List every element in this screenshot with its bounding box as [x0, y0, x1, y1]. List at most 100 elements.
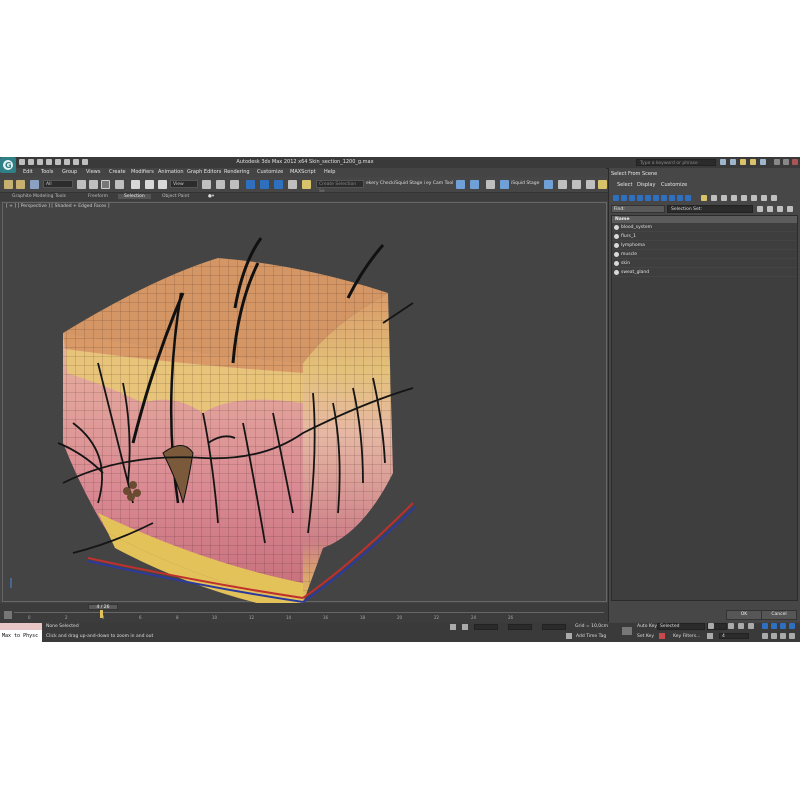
- unlink-icon[interactable]: [16, 180, 25, 189]
- selection-filter-dropdown[interactable]: All: [43, 180, 73, 188]
- edit-named-selection-icon[interactable]: [302, 180, 311, 189]
- display-none-icon[interactable]: [711, 195, 717, 201]
- select-by-name-icon[interactable]: [89, 180, 98, 189]
- rotate-icon[interactable]: [145, 180, 154, 189]
- list-item[interactable]: flurs_1: [612, 232, 797, 241]
- next-frame-icon[interactable]: [738, 623, 744, 629]
- goto-end-icon[interactable]: [748, 623, 754, 629]
- menu-maxscript[interactable]: MAXScript: [290, 169, 316, 175]
- set-key-icon[interactable]: [659, 633, 665, 639]
- align-icon[interactable]: [470, 180, 479, 189]
- render-setup-icon[interactable]: [598, 180, 607, 189]
- keyboard-shortcut-override-icon[interactable]: [230, 180, 239, 189]
- zoom-extents-all-icon[interactable]: [789, 623, 795, 629]
- subscription-icon[interactable]: [730, 159, 736, 165]
- cloud-icon[interactable]: [500, 180, 509, 189]
- selection-set-dropdown[interactable]: Selection Set:: [667, 205, 753, 213]
- sync-selection-icon[interactable]: [761, 195, 767, 201]
- scale-icon[interactable]: [158, 180, 167, 189]
- material-editor-icon[interactable]: [586, 180, 595, 189]
- binoculars-icon[interactable]: [720, 159, 726, 165]
- communication-center-icon[interactable]: [740, 159, 746, 165]
- play-icon[interactable]: [728, 623, 734, 629]
- track-bar[interactable]: 0 2 4 6 8 10 12 14 16 18 20 22 24 26: [14, 610, 604, 621]
- prev-key-icon[interactable]: [708, 623, 714, 629]
- select-dependents-icon[interactable]: [771, 195, 777, 201]
- schematic-view-icon[interactable]: [572, 180, 581, 189]
- goto-start-icon[interactable]: [707, 633, 713, 639]
- key-icon[interactable]: [622, 627, 632, 635]
- app-menu-logo-icon[interactable]: G: [0, 157, 16, 173]
- toolbar-text-3[interactable]: ey Cam Tool: [426, 181, 453, 186]
- field-of-view-icon[interactable]: [762, 633, 768, 639]
- set-key-button[interactable]: Set Key: [637, 634, 654, 639]
- maxscript-listener-top[interactable]: [0, 623, 42, 630]
- maximize-icon[interactable]: [783, 159, 789, 165]
- tab-freeform[interactable]: Freeform: [88, 194, 108, 199]
- find-field[interactable]: Find:: [611, 205, 665, 213]
- percent-snap-icon[interactable]: [274, 180, 283, 189]
- help-icon[interactable]: [760, 159, 766, 165]
- select-link-icon[interactable]: [4, 180, 13, 189]
- search-input[interactable]: Type a keyword or phrase: [636, 159, 716, 166]
- display-all-icon[interactable]: [701, 195, 707, 201]
- display-geometry-icon[interactable]: [613, 195, 619, 201]
- select-invert-icon[interactable]: [751, 195, 757, 201]
- selection-set-add-icon[interactable]: [757, 206, 763, 212]
- spinner-snap-icon[interactable]: [288, 180, 297, 189]
- selection-set-remove-icon[interactable]: [767, 206, 773, 212]
- list-item[interactable]: sweat_gland: [612, 268, 797, 277]
- list-item[interactable]: muscle: [612, 250, 797, 259]
- time-slider[interactable]: 4 / 26: [88, 604, 118, 610]
- name-column-header[interactable]: Name: [612, 216, 797, 223]
- menu-modifiers[interactable]: Modifiers: [131, 169, 154, 175]
- key-filters-button[interactable]: Key Filters...: [673, 634, 700, 639]
- maxscript-mini-listener[interactable]: Max to Physc: [0, 630, 42, 642]
- list-item[interactable]: skin: [612, 259, 797, 268]
- select-object-icon[interactable]: [77, 180, 86, 189]
- pan-view-icon[interactable]: [771, 633, 777, 639]
- window-crossing-icon[interactable]: [115, 180, 124, 189]
- bind-space-warp-icon[interactable]: [30, 180, 39, 189]
- menu-group[interactable]: Group: [62, 169, 77, 175]
- select-all-icon[interactable]: [731, 195, 737, 201]
- menu-tools[interactable]: Tools: [41, 169, 53, 175]
- zoom-icon[interactable]: [762, 623, 768, 629]
- display-bones-icon[interactable]: [677, 195, 683, 201]
- angle-snap-icon[interactable]: [260, 180, 269, 189]
- current-frame-field[interactable]: 4: [719, 633, 749, 639]
- tab-graphite-modeling-tools[interactable]: Graphite Modeling Tools: [12, 194, 66, 199]
- absolute-mode-icon[interactable]: [462, 624, 468, 630]
- lock-selection-icon[interactable]: [450, 624, 456, 630]
- orbit-icon[interactable]: [780, 633, 786, 639]
- menu-animation[interactable]: Animation: [158, 169, 184, 175]
- menu-customize[interactable]: Customize: [257, 169, 283, 175]
- ok-button[interactable]: OK: [726, 610, 762, 620]
- reference-coordinate-dropdown[interactable]: View: [170, 180, 198, 188]
- menu-views[interactable]: Views: [86, 169, 100, 175]
- zoom-extents-icon[interactable]: [780, 623, 786, 629]
- menu-create[interactable]: Create: [109, 169, 126, 175]
- pivot-center-icon[interactable]: [202, 180, 211, 189]
- x-coordinate-field[interactable]: [474, 624, 498, 630]
- zoom-all-icon[interactable]: [771, 623, 777, 629]
- y-coordinate-field[interactable]: [508, 624, 532, 630]
- maximize-viewport-icon[interactable]: [789, 633, 795, 639]
- dialog-menu-select[interactable]: Select: [617, 182, 632, 188]
- tab-object-paint[interactable]: Object Paint: [162, 194, 189, 199]
- graphite-toggle-icon[interactable]: [544, 180, 553, 189]
- selection-set-edit-icon[interactable]: [777, 206, 783, 212]
- display-lights-icon[interactable]: [629, 195, 635, 201]
- perspective-viewport[interactable]: [ + ] [ Perspective ] [ Shaded + Edged F…: [2, 202, 607, 603]
- display-groups-icon[interactable]: [661, 195, 667, 201]
- toolbar-text-1[interactable]: ekery Check: [366, 181, 394, 186]
- display-xrefs-icon[interactable]: [669, 195, 675, 201]
- tab-selection[interactable]: Selection: [118, 194, 151, 199]
- display-invert-icon[interactable]: [721, 195, 727, 201]
- dialog-menu-display[interactable]: Display: [637, 182, 655, 188]
- rectangular-selection-icon[interactable]: [101, 180, 110, 189]
- menu-edit[interactable]: Edit: [23, 169, 33, 175]
- add-time-tag-label[interactable]: Add Time Tag: [576, 634, 606, 639]
- close-icon[interactable]: [792, 159, 798, 165]
- dialog-menu-customize[interactable]: Customize: [661, 182, 687, 188]
